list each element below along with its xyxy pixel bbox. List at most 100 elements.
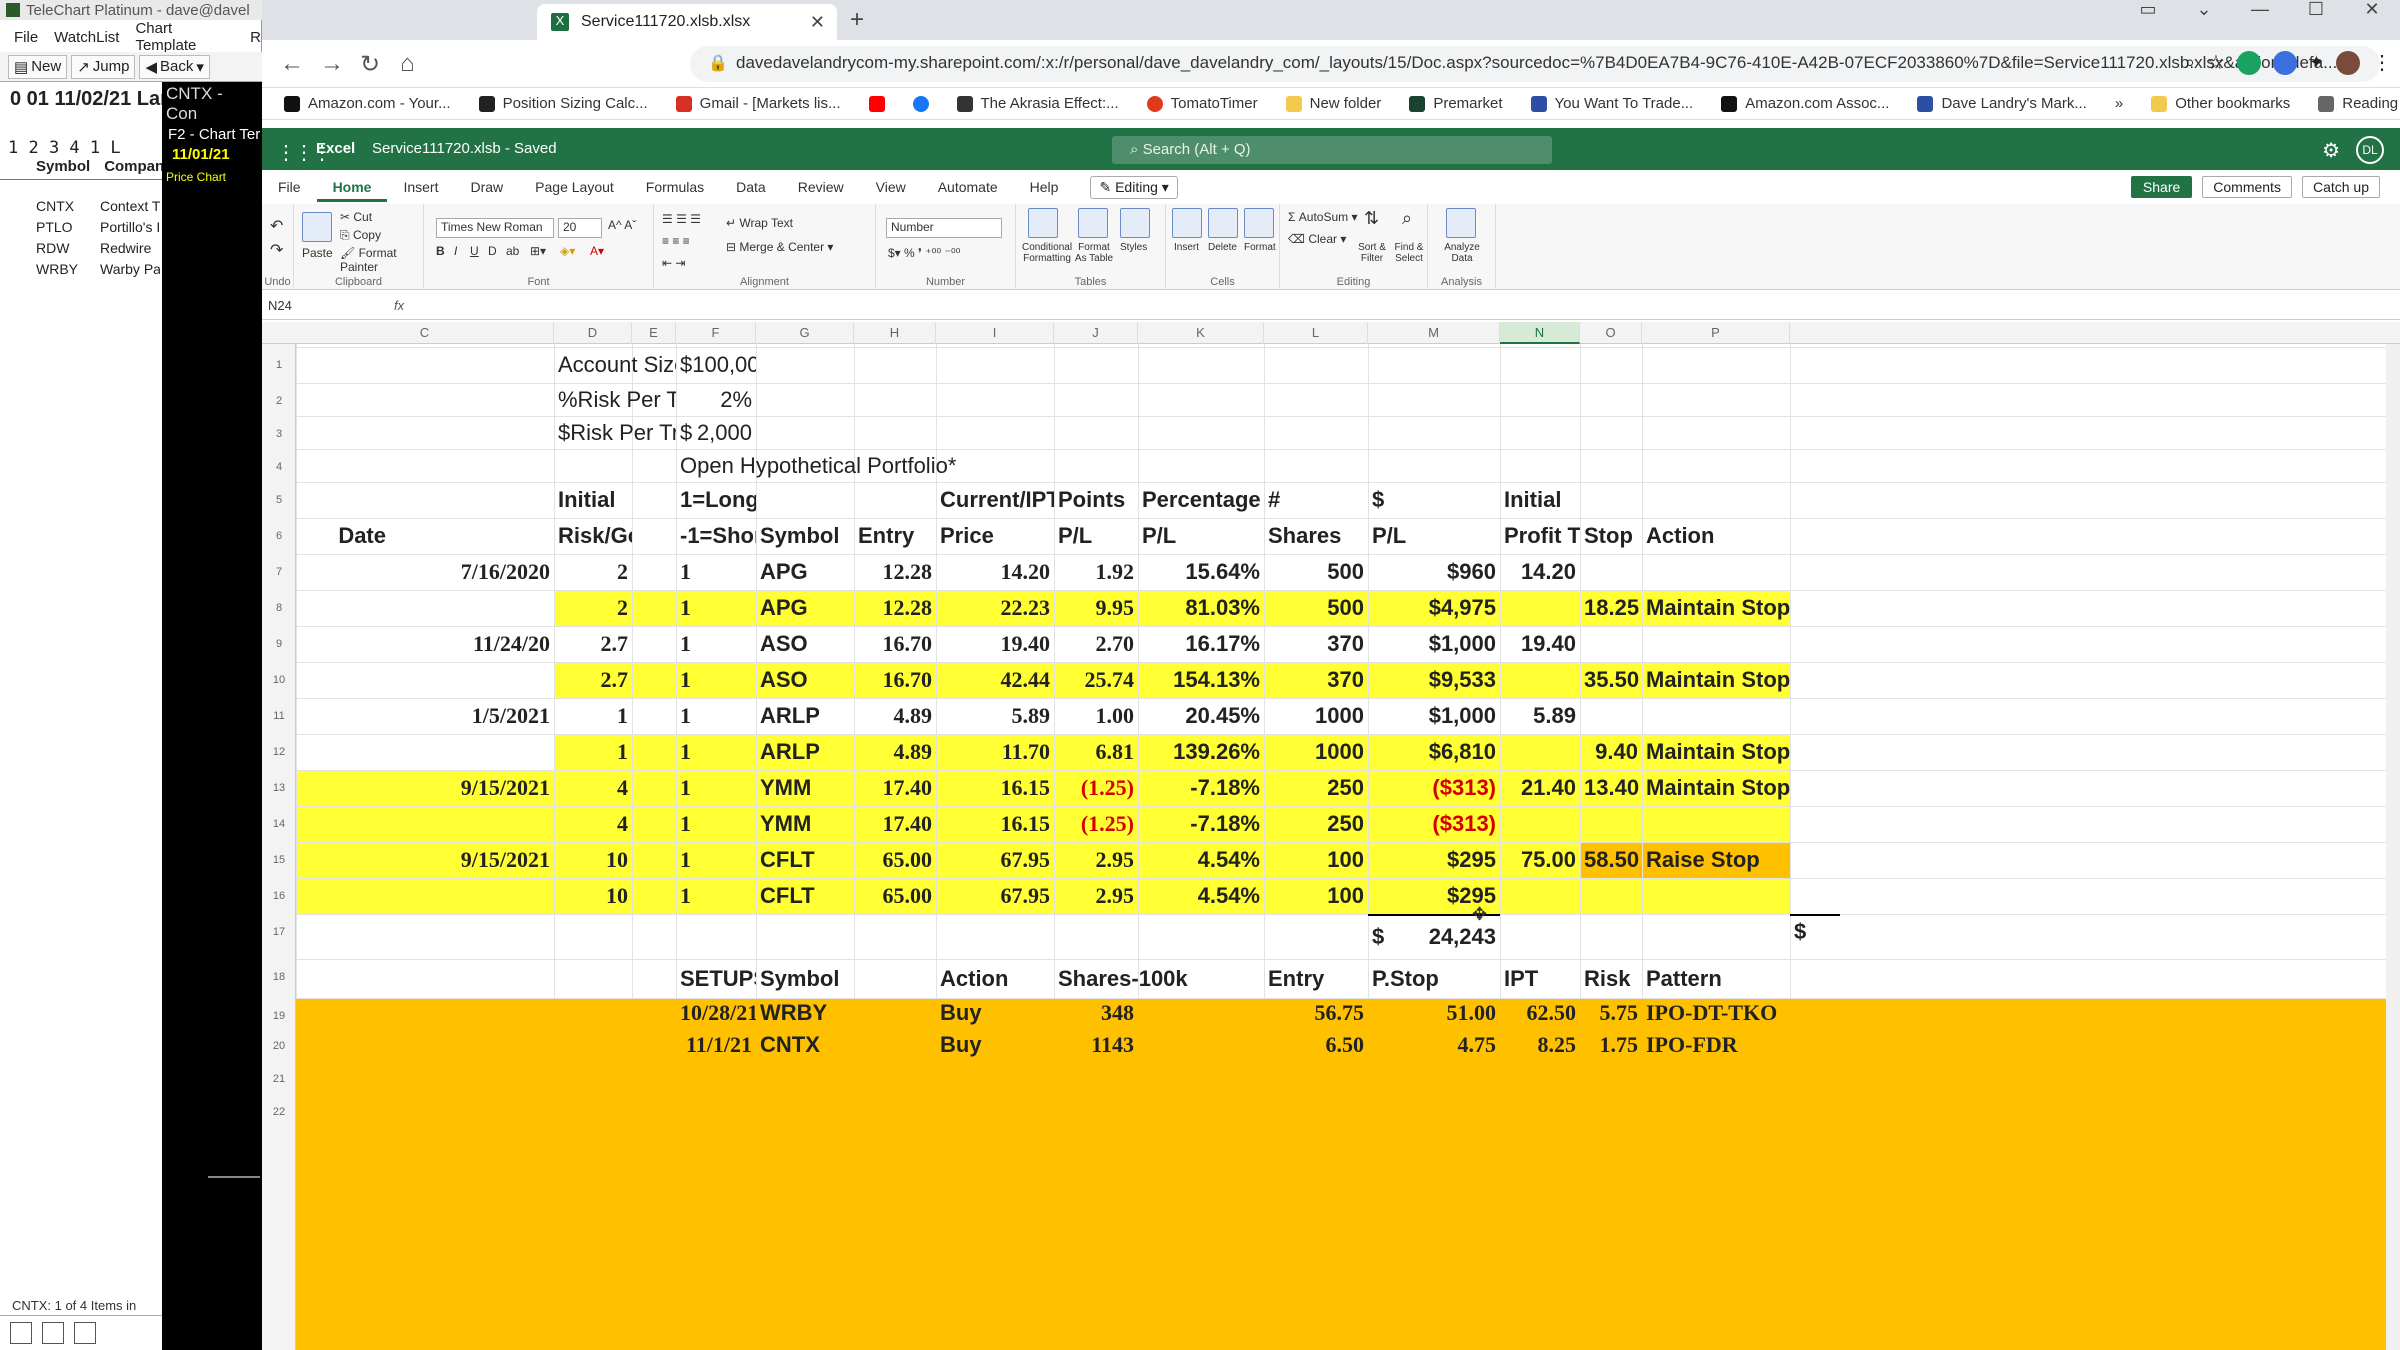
sort-filter-icon[interactable]: ⇅ bbox=[1364, 208, 1379, 229]
table-cell[interactable]: 139.26% bbox=[1138, 734, 1264, 770]
header-cell[interactable]: P/L bbox=[1138, 518, 1264, 554]
total-q-currency[interactable]: $ bbox=[1790, 914, 1830, 950]
table-cell[interactable]: 67.95 bbox=[936, 878, 1054, 914]
table-cell[interactable]: 65.00 bbox=[854, 842, 936, 878]
setups-header-cell[interactable]: P.Stop bbox=[1368, 961, 1500, 997]
table-cell[interactable]: 16.70 bbox=[854, 626, 936, 662]
table-cell[interactable]: 1 bbox=[676, 590, 756, 626]
avatar[interactable] bbox=[2336, 50, 2360, 75]
analyze-data-icon[interactable] bbox=[1446, 208, 1476, 238]
row-header[interactable]: 1 bbox=[262, 359, 296, 371]
paste-icon[interactable] bbox=[302, 212, 332, 242]
table-cell[interactable]: 4.89 bbox=[854, 698, 936, 734]
setups-header-cell[interactable]: Shares-100k bbox=[1054, 961, 1214, 997]
column-header-h[interactable]: H bbox=[854, 322, 936, 344]
header-cell[interactable]: Profit Target bbox=[1500, 518, 1580, 554]
delete-cells-icon[interactable] bbox=[1208, 208, 1238, 238]
account-size-value[interactable]: $100,000 bbox=[676, 347, 756, 383]
tc-menu-r[interactable]: R bbox=[250, 29, 261, 46]
table-cell[interactable]: 2 bbox=[554, 590, 632, 626]
bookmark-item[interactable]: Dave Landry's Mark... bbox=[1917, 95, 2087, 112]
table-cell[interactable]: 1 bbox=[554, 698, 632, 734]
setups-header-cell[interactable]: SETUPS bbox=[676, 961, 756, 997]
table-cell[interactable]: 2.70 bbox=[1054, 626, 1138, 662]
table-cell[interactable]: CFLT bbox=[756, 842, 854, 878]
setup-cell[interactable]: 8.25 bbox=[1500, 1027, 1580, 1063]
search-input[interactable]: ⌕ Search (Alt + Q) bbox=[1112, 136, 1552, 164]
table-cell[interactable]: 2.95 bbox=[1054, 878, 1138, 914]
row-header[interactable]: 6 bbox=[262, 530, 296, 542]
table-cell[interactable]: 9/15/2021 bbox=[296, 842, 554, 878]
tc-back-button[interactable]: ◀ Back ▾ bbox=[139, 54, 210, 79]
row-header[interactable]: 12 bbox=[262, 746, 296, 758]
table-cell[interactable]: ARLP bbox=[756, 698, 854, 734]
conditional-formatting-icon[interactable] bbox=[1028, 208, 1058, 238]
setups-header-cell[interactable]: Pattern bbox=[1642, 961, 1790, 997]
gear-icon[interactable]: ⚙ bbox=[2322, 138, 2340, 163]
tab-draw[interactable]: Draw bbox=[454, 172, 519, 202]
more-icon[interactable]: ⋮ bbox=[2372, 50, 2392, 75]
table-cell[interactable]: 19.40 bbox=[936, 626, 1054, 662]
row-header[interactable]: 15 bbox=[262, 854, 296, 866]
styles-icon[interactable] bbox=[1120, 208, 1150, 238]
column-header-p[interactable]: P bbox=[1642, 322, 1790, 344]
row-header[interactable]: 21 bbox=[262, 1073, 296, 1085]
minimize-icon[interactable]: — bbox=[2232, 0, 2288, 40]
row-header[interactable]: 4 bbox=[262, 461, 296, 473]
table-cell[interactable]: ARLP bbox=[756, 734, 854, 770]
table-cell[interactable]: 1 bbox=[676, 842, 756, 878]
bookmark-item[interactable]: Gmail - [Markets lis... bbox=[675, 95, 841, 112]
row-header[interactable]: 7 bbox=[262, 566, 296, 578]
borders-icon[interactable]: ⊞▾ bbox=[530, 244, 546, 258]
vertical-scrollbar[interactable] bbox=[2386, 344, 2400, 1350]
tab-data[interactable]: Data bbox=[720, 172, 782, 202]
row-header[interactable]: 16 bbox=[262, 890, 296, 902]
risk-dollar-label[interactable]: $Risk Per Trade bbox=[554, 415, 676, 451]
table-cell[interactable]: -7.18% bbox=[1138, 770, 1264, 806]
table-cell[interactable]: 15.64% bbox=[1138, 554, 1264, 590]
header-cell[interactable]: Price bbox=[936, 518, 1054, 554]
tc-watchlist-row[interactable]: WRBY Warby Pa bbox=[0, 261, 162, 281]
reading-list[interactable]: Reading list bbox=[2318, 95, 2400, 112]
align-left-icon[interactable]: ≡ ≡ ≡ bbox=[662, 234, 690, 248]
font-grow-icon[interactable]: A^ Aˇ bbox=[608, 218, 636, 232]
row-header[interactable]: 2 bbox=[262, 395, 296, 407]
styles-label[interactable]: Styles bbox=[1120, 242, 1147, 253]
column-header-m[interactable]: M bbox=[1368, 322, 1500, 344]
table-cell[interactable]: 100 bbox=[1264, 842, 1368, 878]
table-cell[interactable]: 9/15/2021 bbox=[296, 770, 554, 806]
table-cell[interactable]: 17.40 bbox=[854, 806, 936, 842]
conditional-formatting-label[interactable]: Conditional Formatting bbox=[1022, 242, 1072, 264]
setup-cell[interactable]: 11/1/21 bbox=[676, 1027, 756, 1063]
header-cell[interactable]: 1=Long bbox=[676, 482, 756, 518]
table-cell[interactable]: 6.81 bbox=[1054, 734, 1138, 770]
tab-home[interactable]: Home bbox=[316, 172, 388, 202]
table-cell[interactable]: 13.40 bbox=[1580, 770, 1642, 806]
header-cell[interactable]: P/L bbox=[1054, 518, 1138, 554]
row-header[interactable]: 9 bbox=[262, 638, 296, 650]
bold-icon[interactable]: B bbox=[436, 244, 445, 258]
header-cell[interactable]: Initial bbox=[554, 482, 632, 518]
bookmark-item[interactable]: Amazon.com Assoc... bbox=[1721, 95, 1889, 112]
tc-menu-chart-template[interactable]: Chart Template bbox=[135, 20, 234, 54]
name-box[interactable]: N24 bbox=[268, 298, 378, 313]
setup-cell[interactable]: CNTX bbox=[756, 1027, 854, 1063]
table-cell[interactable]: ($313) bbox=[1368, 806, 1500, 842]
excel-app-name[interactable]: Excel bbox=[316, 140, 355, 157]
tab-file[interactable]: File bbox=[262, 172, 317, 202]
table-cell[interactable]: 67.95 bbox=[936, 842, 1054, 878]
table-cell[interactable]: 16.15 bbox=[936, 806, 1054, 842]
header-cell[interactable]: Entry bbox=[854, 518, 936, 554]
insert-label[interactable]: Insert bbox=[1174, 242, 1199, 253]
table-cell[interactable]: 2.7 bbox=[554, 662, 632, 698]
table-cell[interactable]: APG bbox=[756, 554, 854, 590]
table-cell[interactable]: 1 bbox=[676, 554, 756, 590]
table-cell[interactable]: 1 bbox=[554, 734, 632, 770]
tc-jump-button[interactable]: ↗ Jump bbox=[71, 54, 136, 79]
column-header-g[interactable]: G bbox=[756, 322, 854, 344]
setup-cell[interactable]: 1.75 bbox=[1580, 1027, 1642, 1063]
tab-review[interactable]: Review bbox=[782, 172, 860, 202]
table-cell[interactable]: 500 bbox=[1264, 590, 1368, 626]
table-cell[interactable]: 19.40 bbox=[1500, 626, 1580, 662]
analyze-label[interactable]: Analyze Data bbox=[1438, 242, 1486, 264]
